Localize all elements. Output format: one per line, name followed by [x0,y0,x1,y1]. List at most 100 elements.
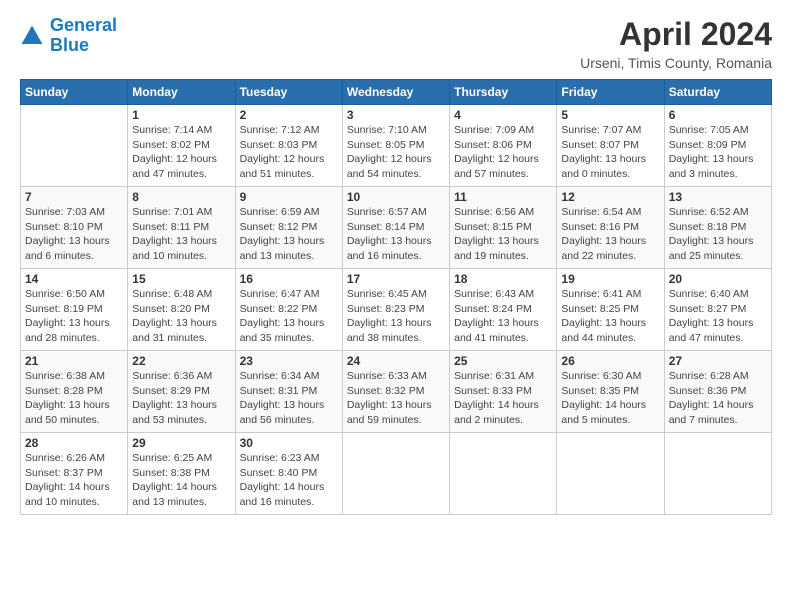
day-info: Sunrise: 6:36 AM Sunset: 8:29 PM Dayligh… [132,369,230,428]
day-number: 10 [347,190,445,204]
day-number: 27 [669,354,767,368]
calendar-cell: 16Sunrise: 6:47 AM Sunset: 8:22 PM Dayli… [235,269,342,351]
calendar-cell: 30Sunrise: 6:23 AM Sunset: 8:40 PM Dayli… [235,433,342,515]
day-number: 21 [25,354,123,368]
page-container: General Blue April 2024 Urseni, Timis Co… [0,0,792,525]
page-subtitle: Urseni, Timis County, Romania [580,55,772,71]
day-info: Sunrise: 6:50 AM Sunset: 8:19 PM Dayligh… [25,287,123,346]
day-number: 15 [132,272,230,286]
weekday-header: Friday [557,80,664,105]
calendar-cell: 5Sunrise: 7:07 AM Sunset: 8:07 PM Daylig… [557,105,664,187]
calendar-cell: 15Sunrise: 6:48 AM Sunset: 8:20 PM Dayli… [128,269,235,351]
day-number: 3 [347,108,445,122]
day-number: 2 [240,108,338,122]
day-number: 14 [25,272,123,286]
day-info: Sunrise: 6:57 AM Sunset: 8:14 PM Dayligh… [347,205,445,264]
calendar-week-row: 21Sunrise: 6:38 AM Sunset: 8:28 PM Dayli… [21,351,772,433]
calendar-cell: 24Sunrise: 6:33 AM Sunset: 8:32 PM Dayli… [342,351,449,433]
calendar-week-row: 28Sunrise: 6:26 AM Sunset: 8:37 PM Dayli… [21,433,772,515]
calendar-cell: 11Sunrise: 6:56 AM Sunset: 8:15 PM Dayli… [450,187,557,269]
day-number: 6 [669,108,767,122]
calendar-cell: 18Sunrise: 6:43 AM Sunset: 8:24 PM Dayli… [450,269,557,351]
day-info: Sunrise: 6:38 AM Sunset: 8:28 PM Dayligh… [25,369,123,428]
day-info: Sunrise: 6:34 AM Sunset: 8:31 PM Dayligh… [240,369,338,428]
day-number: 5 [561,108,659,122]
day-number: 26 [561,354,659,368]
calendar-cell: 8Sunrise: 7:01 AM Sunset: 8:11 PM Daylig… [128,187,235,269]
calendar-cell: 9Sunrise: 6:59 AM Sunset: 8:12 PM Daylig… [235,187,342,269]
logo-line1: General [50,15,117,35]
page-title: April 2024 [580,16,772,53]
calendar-cell: 29Sunrise: 6:25 AM Sunset: 8:38 PM Dayli… [128,433,235,515]
day-number: 28 [25,436,123,450]
weekday-header: Sunday [21,80,128,105]
day-info: Sunrise: 7:07 AM Sunset: 8:07 PM Dayligh… [561,123,659,182]
day-info: Sunrise: 6:43 AM Sunset: 8:24 PM Dayligh… [454,287,552,346]
logo-line2: Blue [50,35,89,55]
day-number: 7 [25,190,123,204]
calendar-cell: 3Sunrise: 7:10 AM Sunset: 8:05 PM Daylig… [342,105,449,187]
weekday-header: Saturday [664,80,771,105]
day-info: Sunrise: 7:12 AM Sunset: 8:03 PM Dayligh… [240,123,338,182]
day-number: 13 [669,190,767,204]
calendar-cell: 19Sunrise: 6:41 AM Sunset: 8:25 PM Dayli… [557,269,664,351]
calendar-cell [450,433,557,515]
calendar-header-row: SundayMondayTuesdayWednesdayThursdayFrid… [21,80,772,105]
weekday-header: Monday [128,80,235,105]
day-info: Sunrise: 7:14 AM Sunset: 8:02 PM Dayligh… [132,123,230,182]
day-info: Sunrise: 6:30 AM Sunset: 8:35 PM Dayligh… [561,369,659,428]
day-info: Sunrise: 6:31 AM Sunset: 8:33 PM Dayligh… [454,369,552,428]
day-info: Sunrise: 6:28 AM Sunset: 8:36 PM Dayligh… [669,369,767,428]
calendar-cell [21,105,128,187]
day-info: Sunrise: 6:52 AM Sunset: 8:18 PM Dayligh… [669,205,767,264]
day-info: Sunrise: 7:09 AM Sunset: 8:06 PM Dayligh… [454,123,552,182]
calendar-week-row: 7Sunrise: 7:03 AM Sunset: 8:10 PM Daylig… [21,187,772,269]
day-number: 25 [454,354,552,368]
day-info: Sunrise: 6:56 AM Sunset: 8:15 PM Dayligh… [454,205,552,264]
calendar-week-row: 1Sunrise: 7:14 AM Sunset: 8:02 PM Daylig… [21,105,772,187]
calendar-cell: 1Sunrise: 7:14 AM Sunset: 8:02 PM Daylig… [128,105,235,187]
calendar-cell: 4Sunrise: 7:09 AM Sunset: 8:06 PM Daylig… [450,105,557,187]
day-number: 8 [132,190,230,204]
day-number: 11 [454,190,552,204]
day-info: Sunrise: 6:48 AM Sunset: 8:20 PM Dayligh… [132,287,230,346]
calendar-cell: 6Sunrise: 7:05 AM Sunset: 8:09 PM Daylig… [664,105,771,187]
weekday-header: Thursday [450,80,557,105]
day-number: 20 [669,272,767,286]
day-info: Sunrise: 6:45 AM Sunset: 8:23 PM Dayligh… [347,287,445,346]
day-number: 4 [454,108,552,122]
calendar-cell: 25Sunrise: 6:31 AM Sunset: 8:33 PM Dayli… [450,351,557,433]
calendar-cell: 10Sunrise: 6:57 AM Sunset: 8:14 PM Dayli… [342,187,449,269]
calendar-cell: 17Sunrise: 6:45 AM Sunset: 8:23 PM Dayli… [342,269,449,351]
calendar-cell [664,433,771,515]
calendar-cell: 7Sunrise: 7:03 AM Sunset: 8:10 PM Daylig… [21,187,128,269]
day-number: 19 [561,272,659,286]
calendar-cell: 20Sunrise: 6:40 AM Sunset: 8:27 PM Dayli… [664,269,771,351]
calendar-cell: 2Sunrise: 7:12 AM Sunset: 8:03 PM Daylig… [235,105,342,187]
calendar-week-row: 14Sunrise: 6:50 AM Sunset: 8:19 PM Dayli… [21,269,772,351]
calendar-cell [342,433,449,515]
calendar-cell: 12Sunrise: 6:54 AM Sunset: 8:16 PM Dayli… [557,187,664,269]
logo-text: General Blue [50,16,117,56]
calendar-table: SundayMondayTuesdayWednesdayThursdayFrid… [20,79,772,515]
day-number: 17 [347,272,445,286]
calendar-cell: 23Sunrise: 6:34 AM Sunset: 8:31 PM Dayli… [235,351,342,433]
day-number: 1 [132,108,230,122]
day-info: Sunrise: 6:59 AM Sunset: 8:12 PM Dayligh… [240,205,338,264]
day-info: Sunrise: 6:41 AM Sunset: 8:25 PM Dayligh… [561,287,659,346]
day-number: 22 [132,354,230,368]
day-info: Sunrise: 6:40 AM Sunset: 8:27 PM Dayligh… [669,287,767,346]
day-number: 12 [561,190,659,204]
calendar-cell: 13Sunrise: 6:52 AM Sunset: 8:18 PM Dayli… [664,187,771,269]
day-info: Sunrise: 6:25 AM Sunset: 8:38 PM Dayligh… [132,451,230,510]
logo: General Blue [20,16,117,56]
day-number: 24 [347,354,445,368]
day-number: 30 [240,436,338,450]
day-number: 23 [240,354,338,368]
calendar-cell: 26Sunrise: 6:30 AM Sunset: 8:35 PM Dayli… [557,351,664,433]
day-info: Sunrise: 7:05 AM Sunset: 8:09 PM Dayligh… [669,123,767,182]
calendar-cell: 22Sunrise: 6:36 AM Sunset: 8:29 PM Dayli… [128,351,235,433]
title-section: April 2024 Urseni, Timis County, Romania [580,16,772,71]
day-info: Sunrise: 7:10 AM Sunset: 8:05 PM Dayligh… [347,123,445,182]
day-number: 16 [240,272,338,286]
